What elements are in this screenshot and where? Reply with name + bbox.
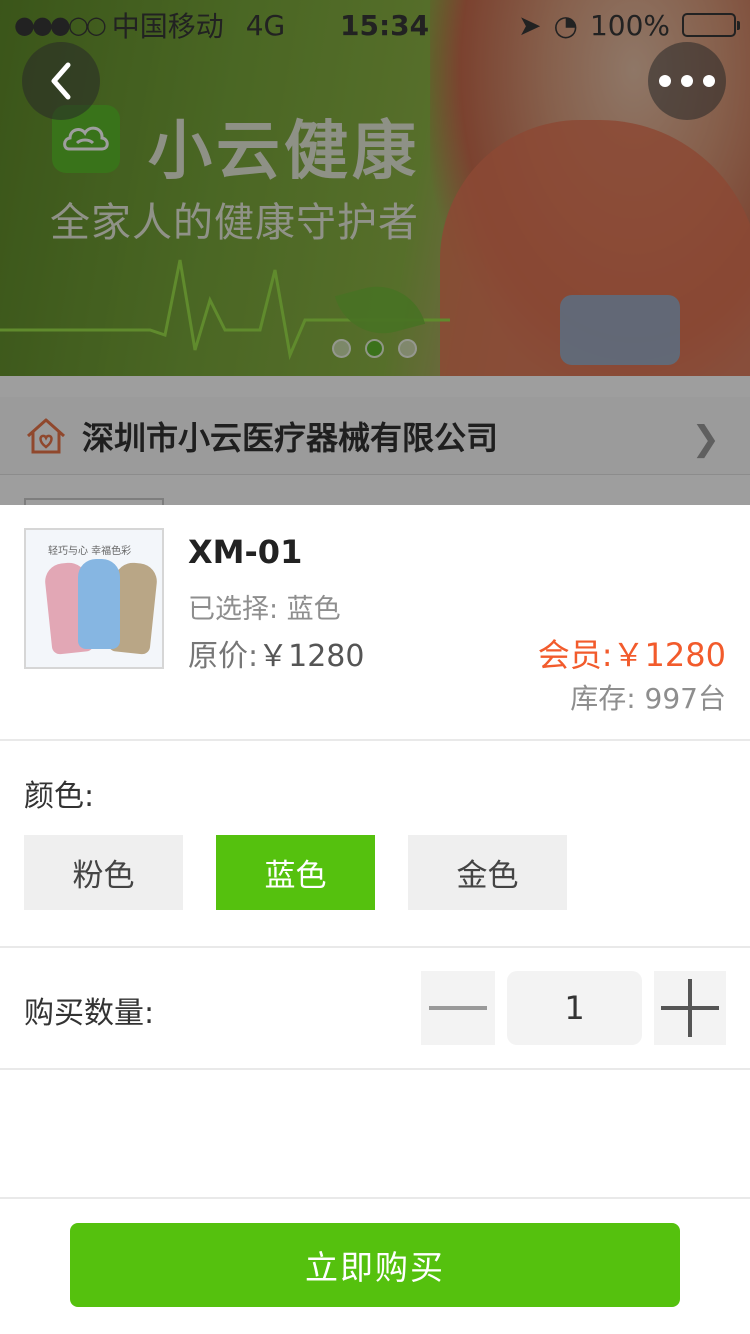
thumbnail-tagline: 轻巧与心 幸福色彩	[48, 546, 132, 557]
quantity-section: 购买数量: 1	[0, 948, 750, 1070]
back-button[interactable]	[22, 42, 100, 120]
selected-variant: 已选择: 蓝色	[188, 594, 341, 625]
color-option-blue[interactable]: 蓝色	[216, 835, 375, 910]
blue-cuff-image	[78, 559, 120, 649]
modal-overlay[interactable]	[0, 0, 750, 505]
chevron-left-icon	[51, 62, 71, 100]
location-arrow-icon: ➤	[518, 8, 542, 42]
stock-count: 库存: 997台	[570, 682, 726, 715]
carrier-name: 中国移动	[111, 10, 224, 43]
color-section: 颜色: 粉色 蓝色 金色	[0, 741, 750, 948]
status-bar: ●●●○○ 中国移动 4G 15:34 ➤ ◔ 100%	[0, 0, 750, 50]
minus-icon	[429, 1006, 487, 1010]
signal-strength-icon: ●●●○○	[14, 11, 107, 39]
quantity-input[interactable]: 1	[507, 971, 642, 1045]
sku-selector-sheet: 轻巧与心 幸福色彩 XM-01 已选择: 蓝色 原价:￥1280 会员:￥128…	[0, 505, 750, 1334]
quantity-label: 购买数量:	[24, 996, 155, 1031]
color-option-gold[interactable]: 金色	[408, 835, 567, 910]
more-options-button[interactable]	[648, 42, 726, 120]
original-price: 原价:￥1280	[188, 631, 364, 675]
sheet-footer: 立即购买	[0, 1197, 750, 1334]
quantity-increase-button[interactable]	[654, 971, 726, 1045]
alarm-icon: ◔	[553, 8, 578, 42]
member-price: 会员:￥1280	[537, 636, 726, 674]
product-summary: 轻巧与心 幸福色彩 XM-01 已选择: 蓝色 原价:￥1280 会员:￥128…	[0, 505, 750, 741]
color-label: 颜色:	[24, 779, 95, 814]
color-options: 粉色 蓝色 金色	[24, 835, 567, 910]
more-dots-icon	[659, 75, 715, 87]
network-type: 4G	[245, 8, 286, 42]
color-option-pink[interactable]: 粉色	[24, 835, 183, 910]
battery-icon	[682, 13, 740, 37]
buy-now-button[interactable]: 立即购买	[70, 1223, 680, 1307]
quantity-decrease-button[interactable]	[421, 971, 495, 1045]
plus-icon-vertical	[688, 979, 692, 1037]
clock: 15:34	[340, 8, 430, 42]
original-price-value: ￥1280	[258, 639, 365, 674]
battery-percent: 100%	[589, 8, 670, 42]
product-thumbnail: 轻巧与心 幸福色彩	[24, 528, 164, 669]
product-model: XM-01	[188, 533, 303, 571]
original-price-label: 原价:	[188, 639, 259, 674]
